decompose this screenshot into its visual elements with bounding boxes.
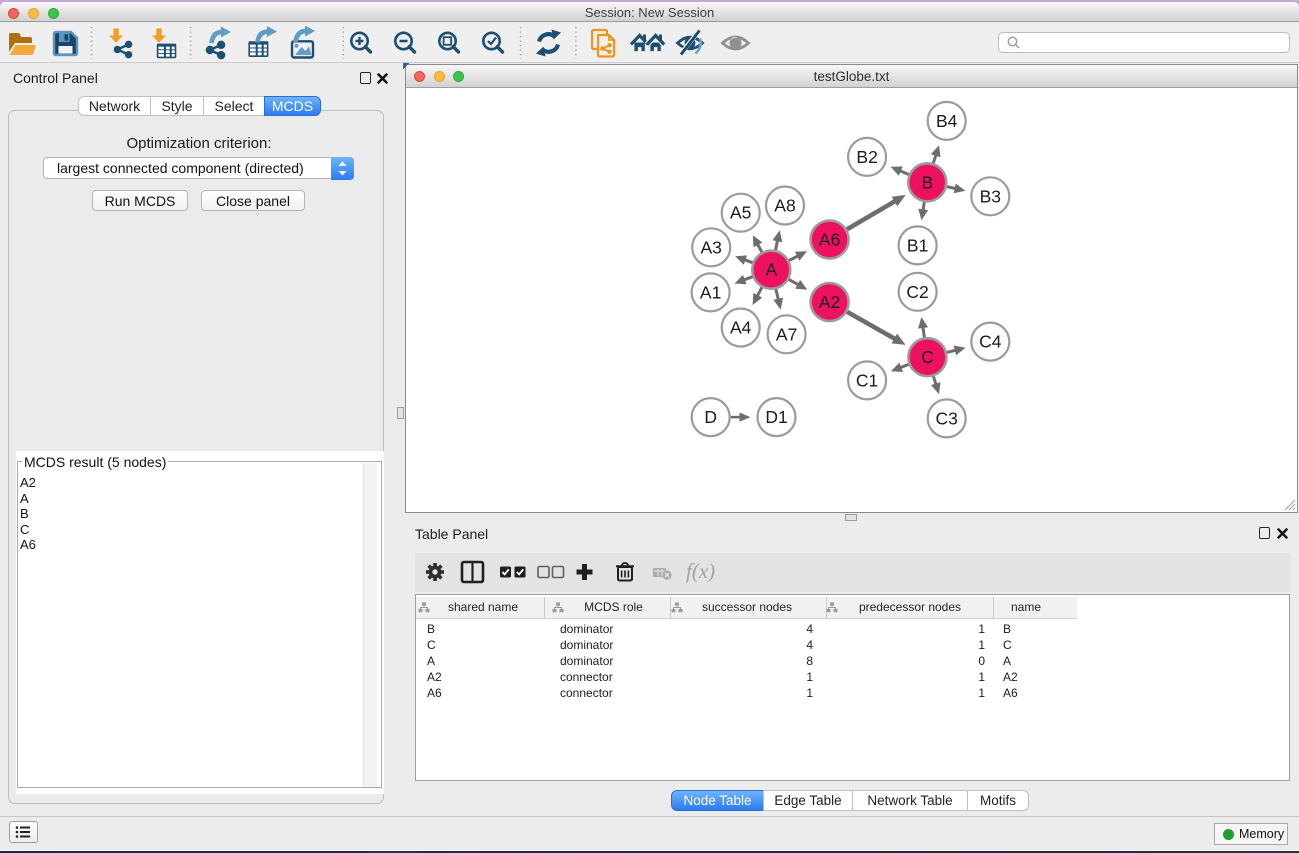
svg-text:A6: A6 — [819, 230, 840, 250]
svg-text:D: D — [704, 407, 717, 427]
svg-text:A1: A1 — [700, 282, 721, 302]
svg-text:A8: A8 — [774, 196, 795, 216]
svg-text:A3: A3 — [700, 237, 721, 257]
svg-text:A5: A5 — [730, 203, 751, 223]
svg-text:A4: A4 — [730, 318, 752, 338]
svg-text:B2: B2 — [856, 147, 877, 167]
svg-text:C2: C2 — [906, 282, 928, 302]
svg-text:D1: D1 — [765, 407, 787, 427]
svg-text:B: B — [921, 172, 933, 192]
svg-text:C3: C3 — [936, 408, 958, 428]
svg-text:B3: B3 — [980, 186, 1001, 206]
svg-text:B4: B4 — [936, 111, 958, 131]
svg-text:A7: A7 — [776, 324, 797, 344]
svg-text:B1: B1 — [907, 235, 928, 255]
svg-text:C1: C1 — [856, 370, 878, 390]
svg-text:A: A — [765, 260, 777, 280]
svg-text:C: C — [921, 347, 934, 367]
svg-text:A2: A2 — [819, 292, 840, 312]
svg-text:C4: C4 — [979, 332, 1002, 352]
